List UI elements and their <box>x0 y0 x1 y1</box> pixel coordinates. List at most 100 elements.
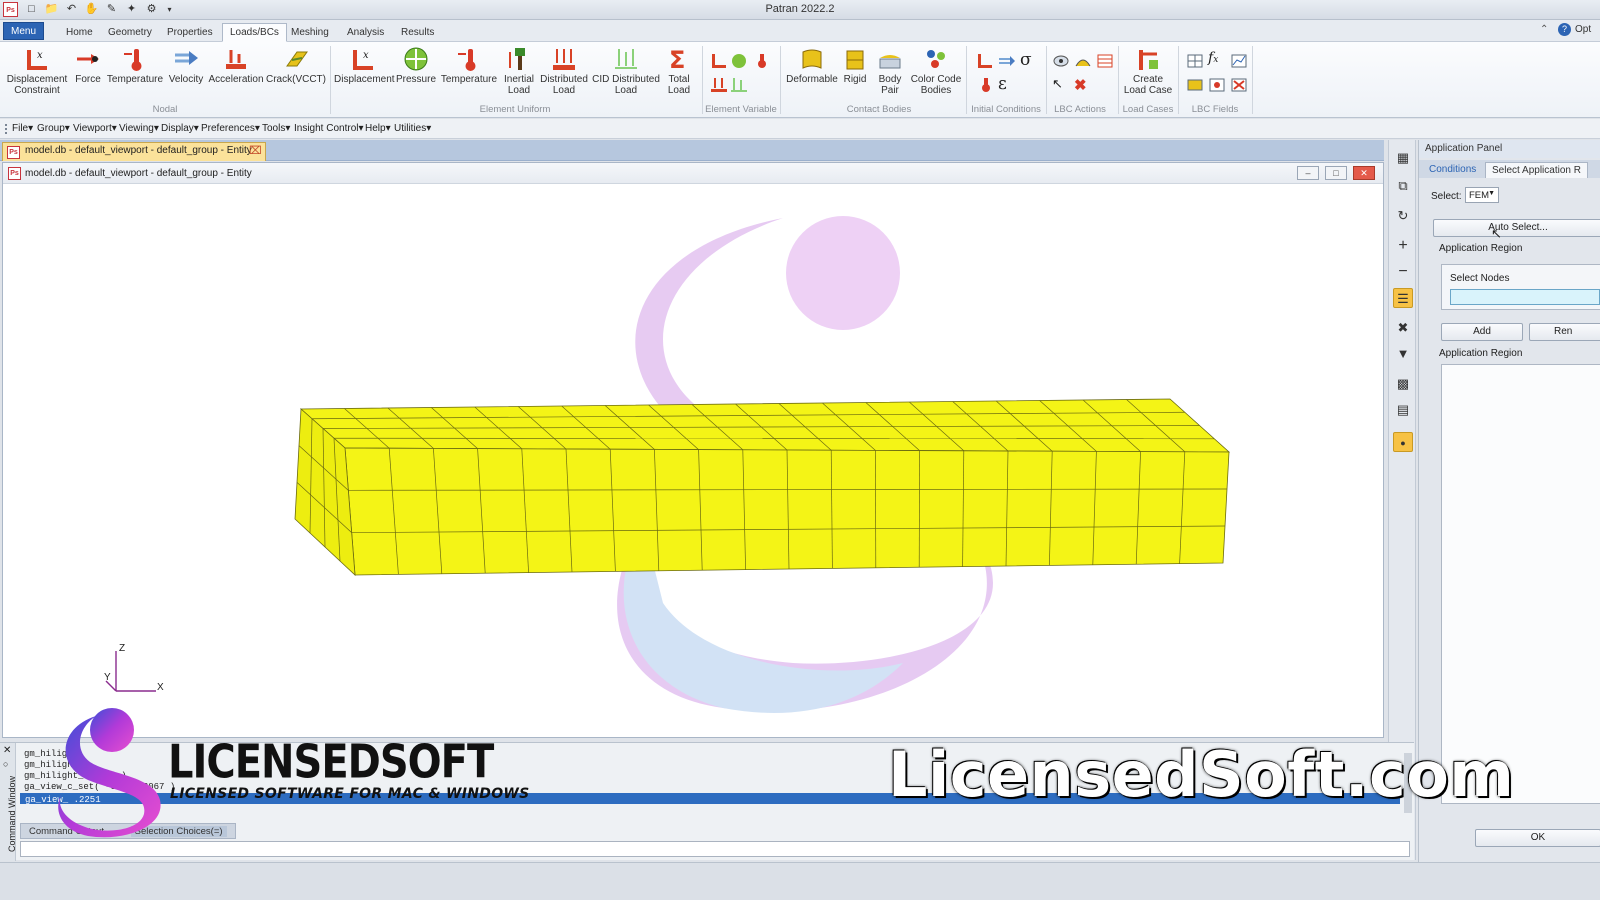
zoom-out-icon[interactable]: − <box>1393 262 1413 282</box>
menu-display[interactable]: Display▾ <box>161 123 199 134</box>
options-label[interactable]: Opt <box>1575 24 1591 35</box>
fit-view-icon[interactable]: ▦ <box>1393 148 1413 168</box>
close-icon[interactable]: ✕ <box>3 745 11 756</box>
acceleration-button[interactable]: Acceleration <box>208 46 264 85</box>
add-button[interactable]: Add <box>1441 323 1523 341</box>
function-fx-icon[interactable]: fx <box>1208 50 1226 68</box>
field-grid-icon[interactable] <box>1186 52 1204 70</box>
help-icon[interactable]: ? <box>1558 23 1571 36</box>
initial-temperature-icon[interactable] <box>976 76 994 94</box>
displacement-element-button[interactable]: x Displacement <box>334 46 395 85</box>
field-import-icon[interactable] <box>1208 76 1226 94</box>
svg-text:Σ: Σ <box>669 46 685 72</box>
ribbon-separator <box>780 46 781 114</box>
select-dropdown[interactable]: FEM ▼ <box>1465 187 1499 203</box>
remove-button[interactable]: Ren <box>1529 323 1600 341</box>
element-variable-cid-icon[interactable] <box>730 76 748 94</box>
inertial-load-button[interactable]: Inertial Load <box>500 46 538 96</box>
pressure-button[interactable]: Pressure <box>394 46 438 85</box>
tab-conditions[interactable]: Conditions <box>1423 162 1482 178</box>
document-tab[interactable]: Ps model.db - default_viewport - default… <box>2 142 266 161</box>
pin-icon[interactable]: ○ <box>3 759 8 769</box>
total-load-button[interactable]: Σ Total Load <box>662 46 696 96</box>
lbc-pick-icon[interactable]: ↖ <box>1052 76 1070 94</box>
tab-properties[interactable]: Properties <box>159 23 221 42</box>
field-delete-icon[interactable] <box>1230 76 1248 94</box>
velocity-button[interactable]: Velocity <box>166 46 206 85</box>
zoom-in-icon[interactable]: + <box>1393 236 1413 256</box>
sigma-icon: Σ <box>666 46 692 74</box>
layers-icon[interactable]: ▤ <box>1393 400 1413 420</box>
select-nodes-input[interactable] <box>1450 289 1600 305</box>
force-button[interactable]: Force <box>72 46 104 85</box>
menu-file[interactable]: File▾ <box>12 123 33 134</box>
chevron-down-icon: ▼ <box>1488 190 1495 197</box>
mesh-canvas[interactable] <box>3 163 1385 739</box>
initial-velocity-icon[interactable] <box>998 52 1016 70</box>
shaded-view-icon[interactable]: ☰ <box>1393 288 1413 308</box>
displacement-constraint-button[interactable]: x Displacement Constraint <box>6 46 68 96</box>
tab-geometry[interactable]: Geometry <box>100 23 160 42</box>
epsilon-strain-icon[interactable]: ε <box>998 74 1016 94</box>
color-code-icon <box>923 46 949 72</box>
menu-viewport[interactable]: Viewport▾ <box>73 123 117 134</box>
minimize-ribbon-icon[interactable]: ⌃ <box>1540 24 1548 35</box>
group-view-icon[interactable]: ▩ <box>1393 374 1413 394</box>
tab-meshing[interactable]: Meshing <box>283 23 337 42</box>
deformable-button[interactable]: Deformable <box>784 46 840 85</box>
rigid-button[interactable]: Rigid <box>840 46 870 85</box>
tab-select-application-region[interactable]: Select Application R <box>1485 162 1588 178</box>
acceleration-icon <box>223 46 249 72</box>
element-variable-displacement-icon[interactable] <box>710 52 728 70</box>
create-load-case-button[interactable]: Create Load Case <box>1122 46 1174 96</box>
menu-utilities[interactable]: Utilities▾ <box>394 123 431 134</box>
lbc-table-icon[interactable] <box>1096 52 1114 70</box>
viewport-window[interactable]: Ps model.db - default_viewport - default… <box>2 162 1384 738</box>
command-input[interactable] <box>20 841 1410 857</box>
field-chart-icon[interactable] <box>1230 52 1248 70</box>
mesh-edge <box>333 437 1215 440</box>
rotate-view-icon[interactable]: ↻ <box>1393 206 1413 226</box>
tools-icon[interactable]: ✖ <box>1393 318 1413 338</box>
axis-y-label: Y <box>104 672 111 683</box>
tab-home[interactable]: Home <box>58 23 101 42</box>
distributed-load-button[interactable]: Distributed Load <box>540 46 588 96</box>
field-table-icon[interactable] <box>1186 76 1204 94</box>
tab-loads-bcs[interactable]: Loads/BCs <box>222 23 287 42</box>
menu-insight-control[interactable]: Insight Control▾ <box>294 123 364 134</box>
sigma-stress-icon[interactable]: σ <box>1020 50 1038 70</box>
initial-displacement-icon[interactable] <box>976 52 994 70</box>
lbc-delete-icon[interactable]: ✖ <box>1074 76 1092 94</box>
tab-analysis[interactable]: Analysis <box>339 23 392 42</box>
element-variable-pressure-icon[interactable] <box>730 52 748 70</box>
tab-results[interactable]: Results <box>393 23 442 42</box>
menu-preferences[interactable]: Preferences▾ <box>201 123 260 134</box>
color-code-bodies-button[interactable]: Color Code Bodies <box>910 46 962 96</box>
element-variable-distributed-icon[interactable] <box>710 76 728 94</box>
menu-group[interactable]: Group▾ <box>37 123 70 134</box>
axis-triad <box>105 651 156 692</box>
lbc-show-icon[interactable] <box>1052 52 1070 70</box>
group-label-nodal: Nodal <box>152 104 178 115</box>
ok-button[interactable]: OK <box>1475 829 1600 847</box>
element-variable-temperature-icon[interactable] <box>752 52 770 70</box>
tab-menu[interactable]: Menu <box>3 22 45 40</box>
menu-help[interactable]: Help▾ <box>365 123 391 134</box>
application-region-group-label: Application Region <box>1439 243 1523 254</box>
select-nodes-box: Select Nodes <box>1441 264 1600 310</box>
menu-tools[interactable]: Tools▾ <box>262 123 290 134</box>
filter-icon[interactable]: ▼ <box>1393 344 1413 364</box>
copy-view-icon[interactable]: ⧉ <box>1393 176 1413 196</box>
cid-distributed-load-button[interactable]: CID Distributed Load <box>592 46 660 96</box>
crack-vcct-button[interactable]: Crack(VCCT) <box>266 46 326 85</box>
point-mode-icon[interactable]: ● <box>1393 432 1413 452</box>
select-nodes-label: Select Nodes <box>1450 273 1510 284</box>
body-pair-button[interactable]: Body Pair <box>872 46 908 96</box>
close-tab-icon[interactable]: ⌧ <box>249 144 262 157</box>
temperature-nodal-button[interactable]: Temperature <box>106 46 164 85</box>
cid-distributed-icon <box>613 46 639 72</box>
auto-select-button[interactable]: Auto Select... <box>1433 219 1600 237</box>
lbc-plot-icon[interactable] <box>1074 52 1092 70</box>
temperature-element-button[interactable]: Temperature <box>440 46 498 85</box>
menu-viewing[interactable]: Viewing▾ <box>119 123 159 134</box>
